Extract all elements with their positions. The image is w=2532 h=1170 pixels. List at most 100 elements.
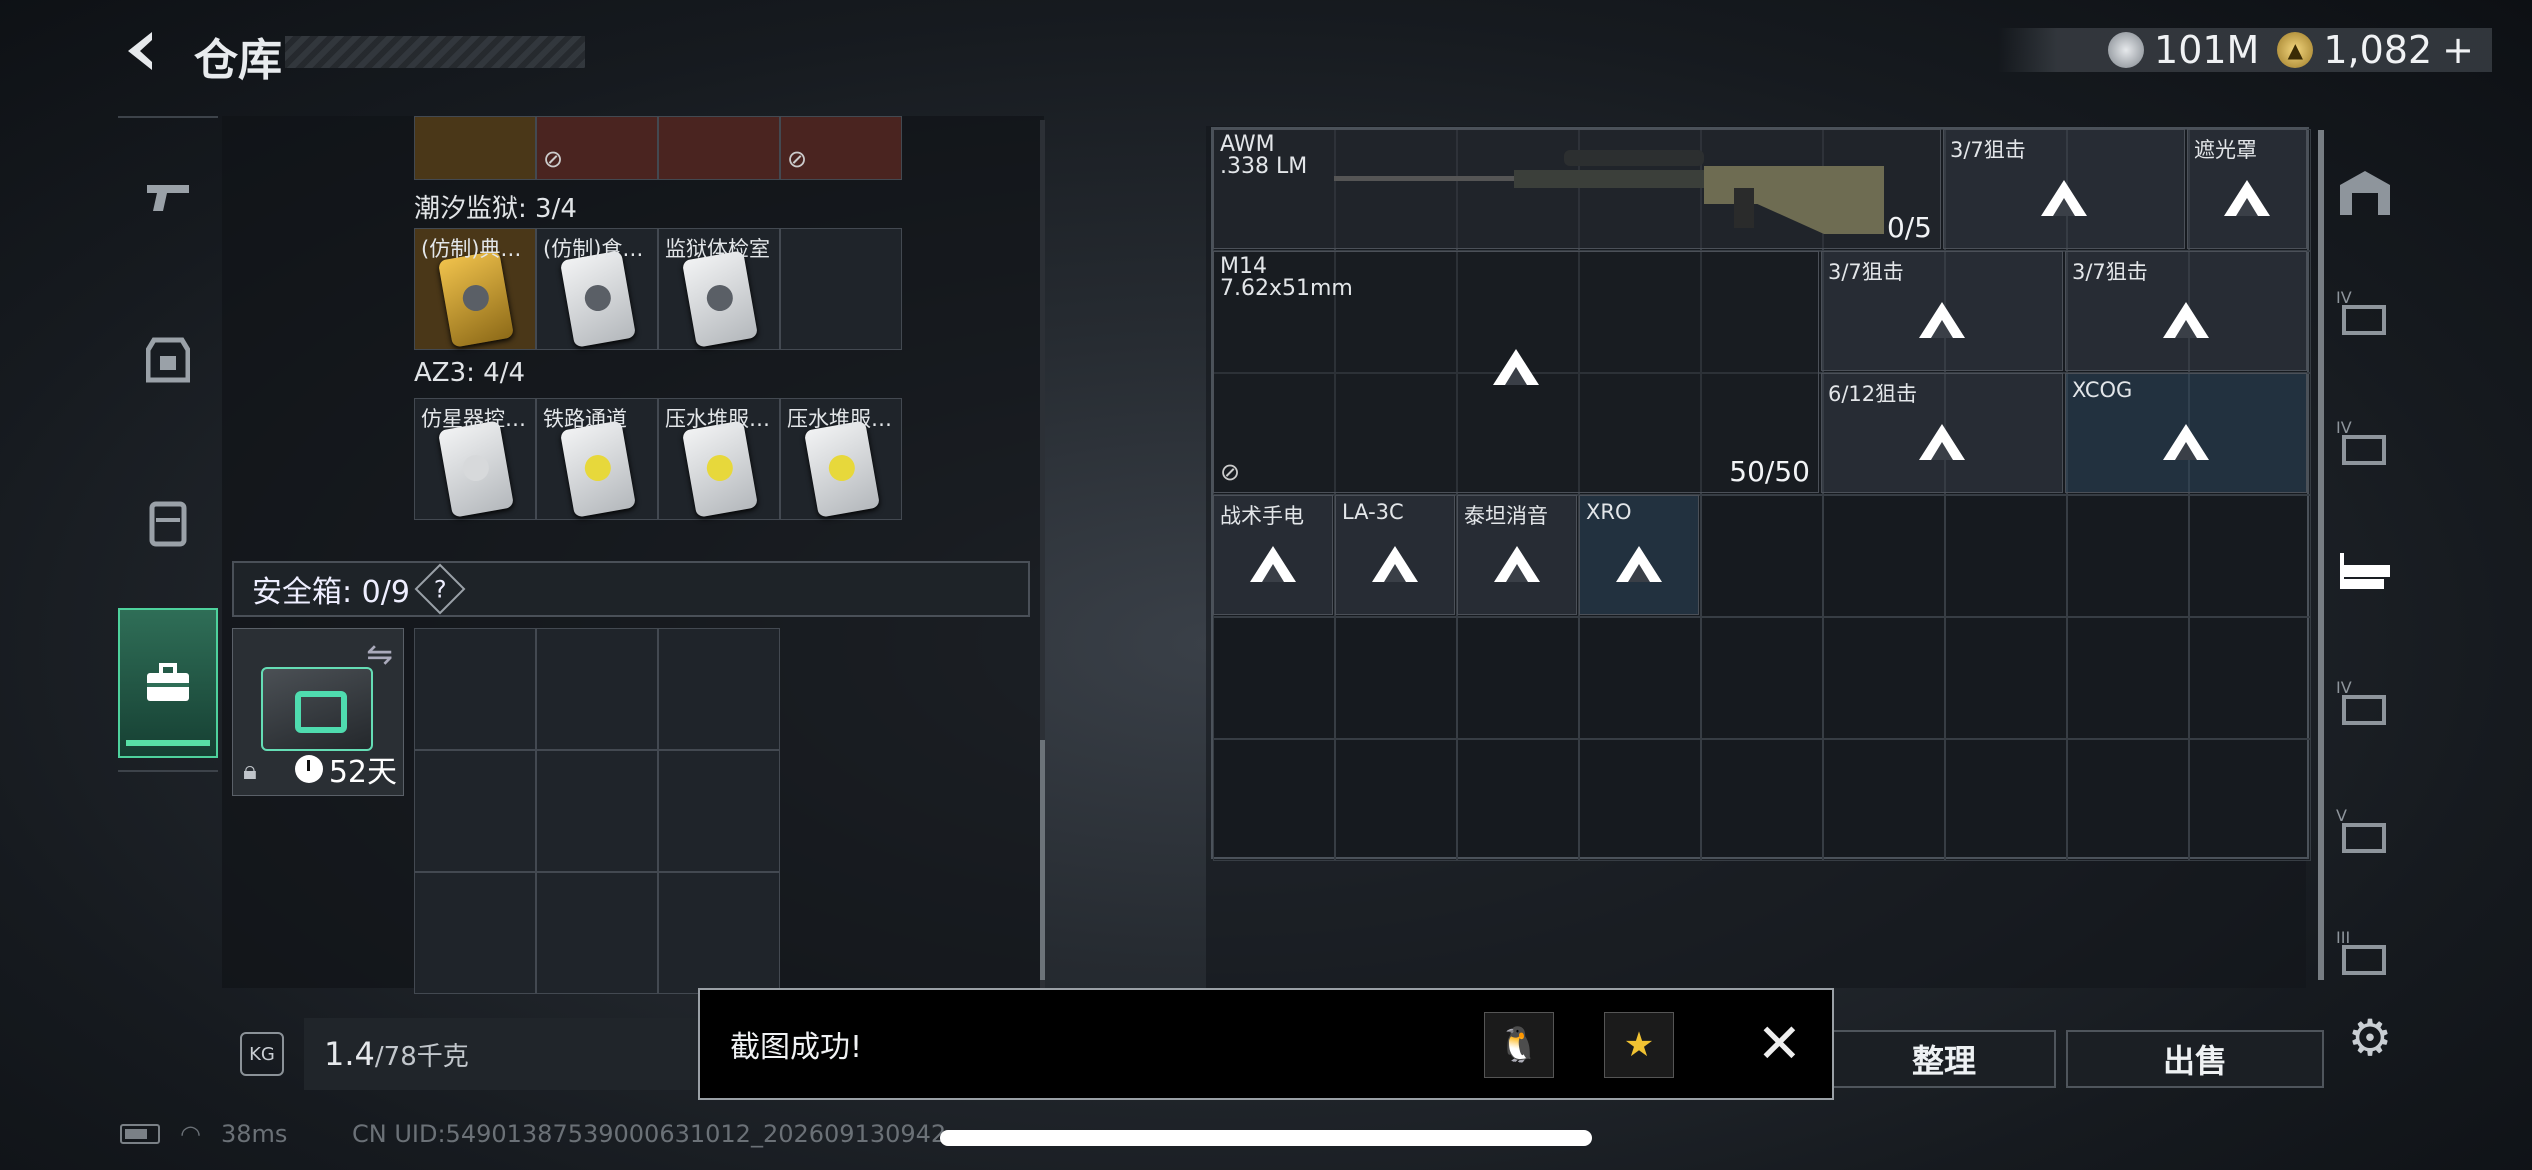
attachment-slot[interactable]: XCOG (2065, 373, 2307, 493)
nav-backpack[interactable] (118, 448, 218, 598)
sniper-rifle-icon (1334, 150, 1884, 234)
category-nav (118, 116, 218, 772)
nav-weapon[interactable] (118, 122, 218, 272)
keycard-item[interactable]: ⊘ (780, 116, 902, 180)
attachment-slot[interactable]: LA-3C (1335, 495, 1455, 615)
keycard-item[interactable]: 仿星器控… (414, 398, 536, 520)
attachment-slot[interactable]: 3/7狙击 (1821, 251, 2063, 371)
attachment-slot[interactable]: 6/12狙击 (1821, 373, 2063, 493)
attachment-slot[interactable]: 3/7狙击 (2065, 251, 2307, 371)
safebox-slot[interactable] (536, 872, 658, 994)
gold-amount: 1,082 (2323, 28, 2433, 72)
ammo-type: 7.62x51mm (1220, 276, 1353, 301)
right-scrollbar-thumb[interactable] (2318, 130, 2324, 980)
grid-cell[interactable] (1945, 617, 2067, 739)
attachment-slot[interactable]: 泰坦消音 (1457, 495, 1577, 615)
grid-cell[interactable] (1823, 617, 1945, 739)
sort-button[interactable]: 整理 (1832, 1030, 2056, 1088)
qzone-share-icon[interactable]: ★ (1604, 1012, 1674, 1078)
keycard-item[interactable]: (仿制)典… (414, 228, 536, 350)
safebox-slot[interactable] (536, 628, 658, 750)
grid-cell[interactable] (2067, 495, 2189, 617)
grid-cell[interactable] (2189, 495, 2311, 617)
safebox-slot[interactable] (658, 750, 780, 872)
help-button[interactable]: ? (414, 563, 466, 615)
keycard-item[interactable] (658, 116, 780, 180)
grid-cell[interactable] (1701, 495, 1823, 617)
back-button[interactable] (118, 26, 168, 76)
safebox-label: 安全箱: 0/9 (252, 575, 410, 610)
qq-share-icon[interactable]: 🐧 (1484, 1012, 1554, 1078)
keycard-item[interactable]: 铁路通道 (536, 398, 658, 520)
settings-gear-icon[interactable]: ⚙ (2342, 1010, 2398, 1066)
keycard-item[interactable]: 压水堆服… (780, 398, 902, 520)
grid-cell[interactable] (2067, 617, 2189, 739)
home-indicator[interactable] (940, 1130, 1592, 1146)
safebox-slot[interactable] (658, 872, 780, 994)
grid-cell[interactable] (1701, 617, 1823, 739)
header: 仓库 101M ▲ 1,082 + (0, 0, 2532, 110)
gold-currency[interactable]: ▲ 1,082 + (2277, 28, 2474, 72)
wifi-icon: ◠ (180, 1120, 201, 1148)
keycard-item[interactable]: 压水堆服… (658, 398, 780, 520)
safebox-slot[interactable] (658, 628, 780, 750)
safebox-slot[interactable] (414, 872, 536, 994)
safebox-slot[interactable] (414, 750, 536, 872)
empty-slot[interactable] (780, 228, 902, 350)
attachment-empty-icon (1372, 546, 1418, 583)
item-label: 铁路通道 (543, 407, 627, 431)
safebox-header: 安全箱: 0/9 ? (232, 561, 1030, 617)
svg-text:IV: IV (2336, 678, 2352, 697)
grid-cell[interactable] (1457, 739, 1579, 861)
left-scrollbar-thumb[interactable] (1040, 740, 1045, 980)
grid-cell[interactable] (2067, 739, 2189, 861)
grid-cell[interactable] (1579, 739, 1701, 861)
attachment-empty-icon (1250, 546, 1296, 583)
nav-safebox[interactable] (118, 608, 218, 758)
nav-armor[interactable] (118, 286, 218, 436)
attachment-slot[interactable]: XRO (1579, 495, 1699, 615)
sell-button[interactable]: 出售 (2066, 1030, 2324, 1088)
weight-value: 1.4 (324, 1035, 375, 1073)
grid-cell[interactable] (2189, 617, 2311, 739)
keycard-item[interactable]: (仿制)食… (536, 228, 658, 350)
grid-cell[interactable] (2189, 739, 2311, 861)
svg-text:V: V (2336, 806, 2347, 825)
add-gold-icon[interactable]: + (2442, 28, 2474, 72)
weapon-storage-tab[interactable] (2334, 546, 2396, 608)
slot-label: 战术手电 (1220, 504, 1304, 528)
storage-tab-2[interactable]: IV (2334, 412, 2396, 474)
keycard-item[interactable]: 监狱体检室 (658, 228, 780, 350)
attachment-slot[interactable]: 3/7狙击 (1943, 129, 2185, 249)
awm-weapon-slot[interactable]: AWM .338 LM 0/5 (1213, 129, 1941, 249)
safebox-slot[interactable] (414, 628, 536, 750)
keycard-item[interactable] (414, 116, 536, 180)
attachment-empty-icon (1616, 546, 1662, 583)
storage-tab-3[interactable]: IV (2334, 672, 2396, 734)
screenshot-toast: 截图成功! 🐧 ★ ✕ (698, 988, 1834, 1100)
storage-tab-5[interactable]: III (2334, 928, 2396, 978)
grid-cell[interactable] (1457, 617, 1579, 739)
grid-cell[interactable] (1823, 739, 1945, 861)
attachment-empty-icon (2163, 424, 2209, 461)
attachment-empty-icon (1494, 546, 1540, 583)
grid-cell[interactable] (1579, 617, 1701, 739)
close-icon[interactable]: ✕ (1757, 1016, 1802, 1072)
grid-cell[interactable] (1701, 739, 1823, 861)
attachment-slot[interactable]: 遮光罩 (2187, 129, 2307, 249)
attachment-slot[interactable]: 战术手电 (1213, 495, 1333, 615)
keycard-item[interactable]: ⊘ (536, 116, 658, 180)
m14-weapon-slot[interactable]: M14 7.62x51mm ⊘ 50/50 (1213, 251, 1819, 493)
storage-tab-4[interactable]: V (2334, 800, 2396, 862)
warehouse-icon[interactable] (2334, 162, 2396, 224)
grid-cell[interactable] (1335, 617, 1457, 739)
grid-cell[interactable] (1823, 495, 1945, 617)
storage-tab-1[interactable]: IV (2334, 282, 2396, 344)
grid-cell[interactable] (1335, 739, 1457, 861)
grid-cell[interactable] (1213, 739, 1335, 861)
grid-cell[interactable] (1945, 495, 2067, 617)
grid-cell[interactable] (1213, 617, 1335, 739)
safebox-item[interactable]: ⇋ 🔒︎ 52天 (232, 628, 404, 796)
safebox-slot[interactable] (536, 750, 658, 872)
grid-cell[interactable] (1945, 739, 2067, 861)
